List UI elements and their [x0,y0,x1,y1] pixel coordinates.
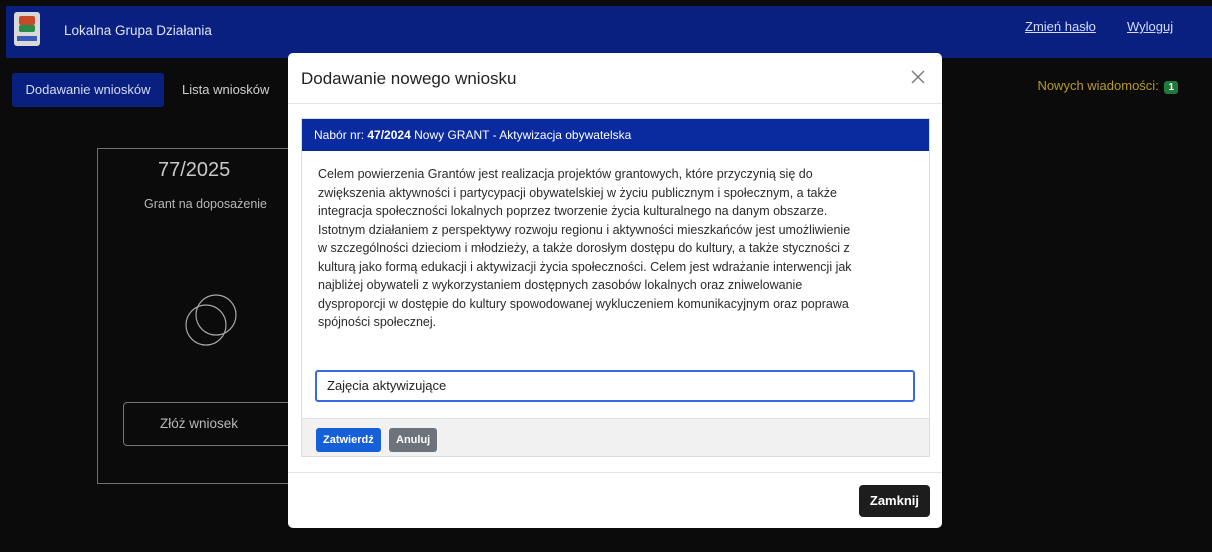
close-icon[interactable] [906,65,930,89]
call-description: Celem powierzenia Grantów jest realizacj… [302,151,929,332]
logout-link[interactable]: Wyloguj [1127,19,1173,34]
modal-header: Dodawanie nowego wniosku [288,53,942,104]
description-line: zwiększenia aktywności i partycypacji ob… [318,185,837,200]
modal-title: Dodawanie nowego wniosku [301,69,517,88]
description-line: Istotnym działaniem z perspektywy rozwoj… [318,222,851,237]
cancel-button[interactable]: Anuluj [389,428,438,452]
application-name-input[interactable]: Zajęcia aktywizujące [315,370,915,402]
description-line: w szczególności dzieciom i młodzieży, a … [318,241,850,255]
confirm-button[interactable]: Zatwierdź [316,428,381,452]
call-panel: Nabór nr: 47/2024 Nowy GRANT - Aktywizac… [301,118,930,457]
description-line: dysproporcji w dostępie do kultury spowo… [318,296,849,311]
description-line: Celem powierzenia Grantów jest realizacj… [318,167,813,181]
close-modal-button[interactable]: Zamknij [858,485,930,517]
call-header: Nabór nr: 47/2024 Nowy GRANT - Aktywizac… [302,119,929,151]
call-number: 47/2024 [367,128,411,142]
tab-applications-list[interactable]: Lista wniosków [182,73,269,107]
grant-card: 77/2025 Grant na doposażenie Złóż wniose… [97,148,323,484]
call-panel-footer: Zatwierdź Anuluj [302,418,929,456]
description-line: integracja społeczności lokalnych poprze… [318,204,828,218]
description-line: spójności społecznej. [318,315,437,329]
new-messages-label: Nowych wiadomości: [1037,78,1159,93]
lgd-logo[interactable] [14,12,40,46]
tab-add-applications[interactable]: Dodawanie wniosków [12,73,164,107]
call-prefix: Nabór nr: [314,128,365,142]
top-navbar: Lokalna Grupa Działania Zmień hasło Wylo… [6,6,1212,58]
new-messages-indicator[interactable]: Nowych wiadomości: 1 [1037,78,1178,94]
overlapping-circles-icon [185,294,237,346]
new-messages-badge: 1 [1164,81,1178,94]
modal-footer: Zamknij [288,472,942,528]
change-password-link[interactable]: Zmień hasło [1025,19,1096,34]
grant-number: 77/2025 [158,159,231,181]
description-line: najbliżej obywateli z wykorzystaniem dos… [318,278,803,292]
call-title: Nowy GRANT - Aktywizacja obywatelska [414,128,632,142]
grant-title: Grant na doposażenie [144,197,268,211]
app-title: Lokalna Grupa Działania [64,23,212,38]
new-application-modal: Dodawanie nowego wniosku Nabór nr: 47/20… [288,53,942,528]
description-line: kulturą jako formą edukacji i aktywizacj… [318,259,852,274]
